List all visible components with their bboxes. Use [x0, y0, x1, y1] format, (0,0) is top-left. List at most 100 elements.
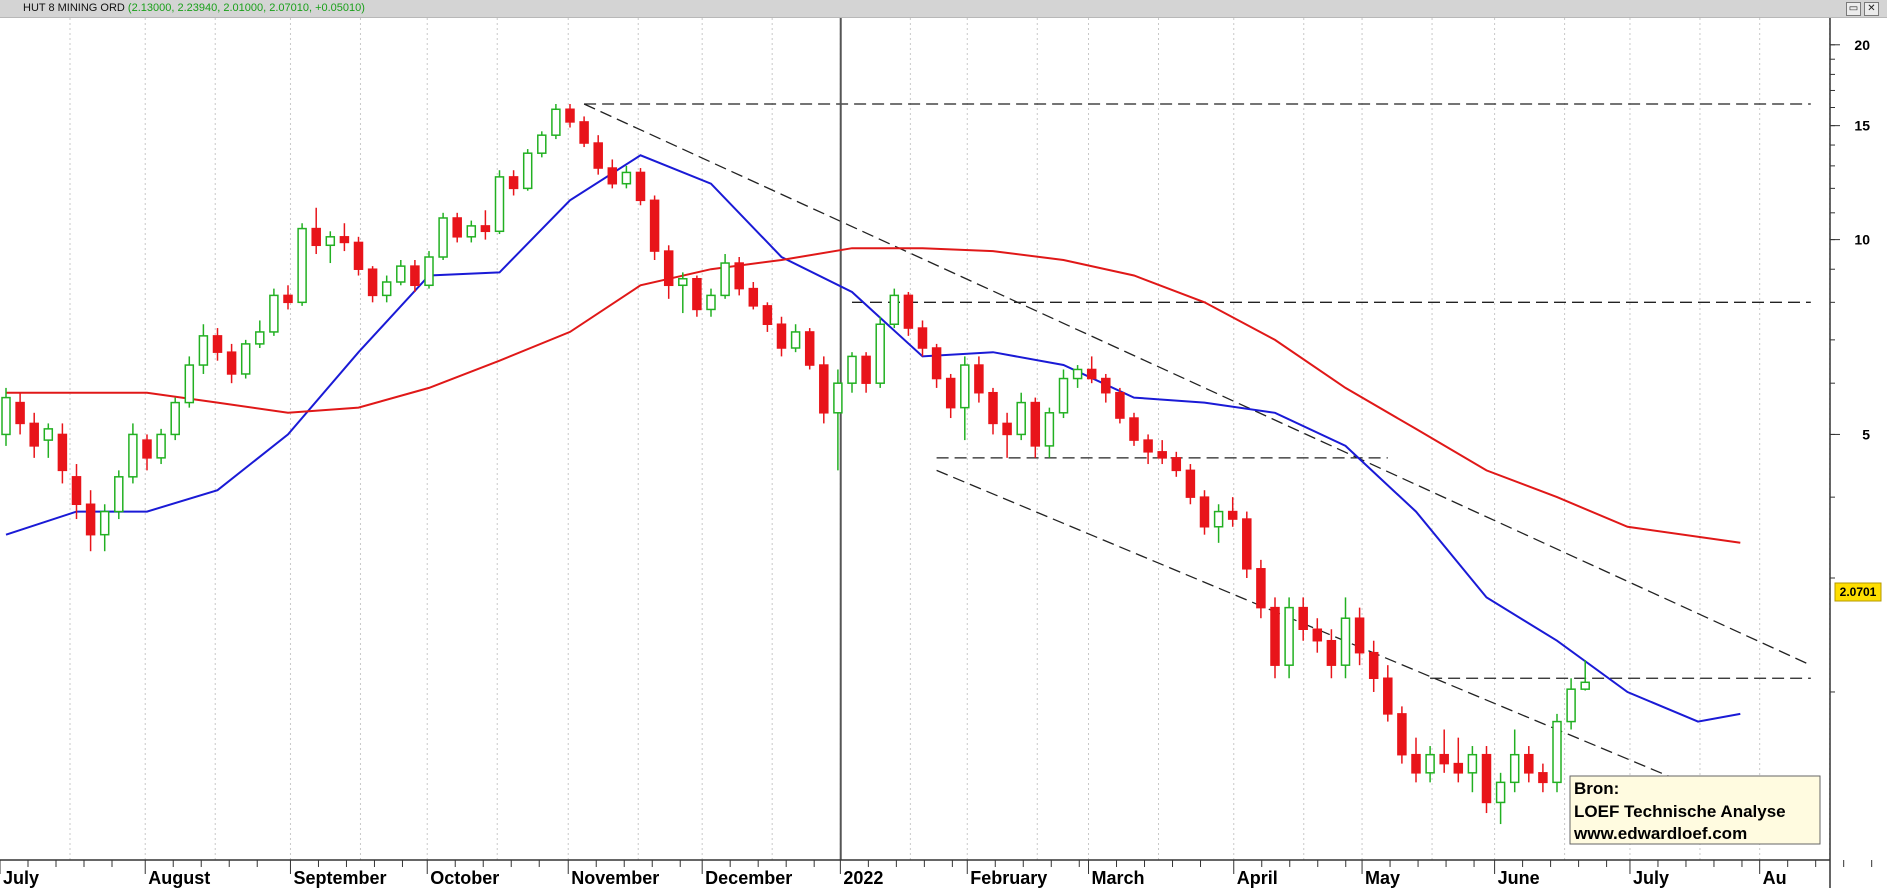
candle-body — [255, 331, 265, 345]
candle-body — [720, 262, 730, 297]
candle-body — [198, 335, 209, 366]
candle-body — [1481, 753, 1492, 804]
candle-body — [1467, 753, 1478, 774]
candle-body — [551, 108, 561, 136]
candle-body — [621, 171, 632, 185]
candle-body — [283, 294, 293, 304]
candle-body — [269, 294, 279, 333]
y-tick-label: 20 — [1854, 37, 1870, 53]
candle-body — [57, 433, 68, 472]
source-label: Bron: — [1574, 779, 1619, 798]
candle-body — [565, 108, 575, 123]
x-tick-label: April — [1237, 868, 1278, 888]
restore-icon[interactable]: ▭ — [1846, 2, 1861, 16]
source-website: www.edwardloef.com — [1573, 824, 1747, 843]
candle-body — [71, 476, 82, 506]
candle-body — [1058, 377, 1069, 414]
candle-body — [1242, 518, 1252, 570]
window-title: HUT 8 MINING ORD (2.13000, 2.23940, 2.01… — [23, 0, 365, 17]
candle-body — [1002, 422, 1012, 436]
x-tick-label: September — [293, 868, 386, 888]
x-tick-label: February — [970, 868, 1047, 888]
x-axis: July August September October November Decemb… — [0, 860, 1873, 888]
candle-body — [1115, 391, 1125, 419]
candle-body — [1030, 401, 1041, 447]
ohlc-values: (2.13000, 2.23940, 2.01000, 2.07010, +0.… — [127, 2, 365, 14]
candle-body — [410, 265, 420, 287]
candle-body — [1580, 681, 1590, 690]
candle-body — [142, 439, 152, 459]
candle-body — [678, 278, 688, 287]
x-tick-label: July — [1633, 868, 1669, 888]
candle-body — [99, 510, 110, 536]
candle-body — [226, 351, 237, 375]
source-company: LOEF Technische Analyse — [1574, 802, 1786, 821]
candle-body — [156, 433, 166, 459]
candle-body — [1439, 753, 1449, 765]
candle-body — [1453, 762, 1464, 774]
x-tick-label: November — [571, 868, 659, 888]
candle-body — [297, 227, 307, 304]
candle-body — [396, 265, 406, 283]
candle-body — [1411, 753, 1421, 774]
candle-body — [1298, 606, 1308, 630]
candle-body — [1199, 496, 1210, 528]
candle-body — [494, 176, 505, 233]
close-icon[interactable]: ✕ — [1864, 2, 1879, 16]
candle-body — [1368, 651, 1379, 680]
candle-body — [1185, 469, 1196, 498]
candle-body — [1284, 606, 1294, 666]
candle-body — [381, 281, 392, 297]
candle-body — [1270, 606, 1280, 666]
candle-body — [1044, 412, 1055, 447]
candle-body — [748, 287, 759, 307]
candle-body — [875, 323, 885, 384]
candle-body — [790, 331, 801, 349]
candle-body — [1171, 457, 1182, 472]
candle-body — [438, 217, 448, 258]
instrument-name: HUT 8 MINING ORD — [23, 2, 125, 14]
y-tick-label: 5 — [1862, 426, 1870, 442]
candle-body — [1086, 368, 1097, 380]
candle-body — [15, 401, 25, 425]
candle-body — [917, 327, 928, 349]
candle-body — [988, 391, 998, 425]
candle-body — [593, 142, 603, 169]
candle-body — [847, 355, 857, 384]
candle-body — [903, 294, 914, 329]
candle-body — [1101, 377, 1111, 394]
candle-body — [1552, 720, 1562, 784]
candle-body — [1425, 753, 1435, 774]
x-tick-label: October — [430, 868, 499, 888]
candle-body — [931, 347, 942, 380]
candle-body — [1213, 510, 1224, 528]
candle-body — [128, 433, 138, 478]
candle-body — [1, 396, 11, 436]
candle-body — [1397, 713, 1407, 756]
candle-body — [508, 176, 519, 190]
candle-body — [537, 134, 547, 154]
candle-body — [339, 236, 350, 244]
last-price-value: 2.0701 — [1840, 585, 1877, 599]
x-tick-label: March — [1092, 868, 1145, 888]
candle-body — [960, 364, 970, 409]
candle-body — [480, 225, 491, 233]
candle-body — [114, 476, 124, 513]
candle-body — [325, 236, 336, 247]
candle-body — [889, 294, 900, 325]
candle-body — [692, 278, 702, 311]
candle-body — [452, 217, 462, 238]
candle-body — [579, 121, 589, 144]
candle-body — [1340, 617, 1351, 666]
source-box: Bron: LOEF Technische Analyse www.edward… — [1569, 775, 1821, 845]
candle-body — [1524, 753, 1534, 774]
candle-body — [1157, 451, 1167, 459]
price-chart[interactable]: 20 15 10 5 July August September October Novemb… — [0, 18, 1887, 890]
last-price-label: 2.0701 — [1834, 582, 1882, 602]
candle-body — [1072, 368, 1083, 380]
candle-body — [184, 364, 195, 404]
candle-body — [43, 428, 54, 441]
candle-body — [367, 268, 378, 297]
candle-body — [85, 503, 96, 536]
candle-body — [1256, 568, 1266, 609]
